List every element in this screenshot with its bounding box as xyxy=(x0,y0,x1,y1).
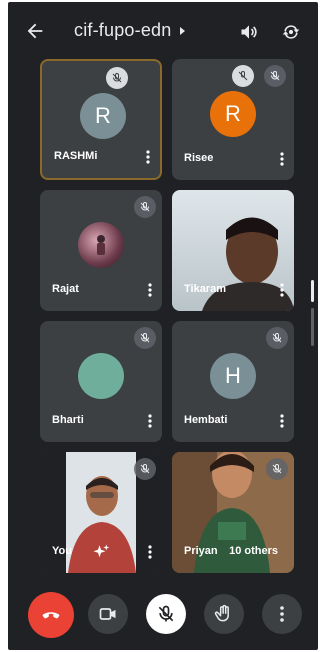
more-vert-icon[interactable] xyxy=(280,283,284,297)
meeting-screen: cif-fupo-edn R RASHMi R Risee Rajat Tika… xyxy=(8,2,318,650)
meeting-title-button[interactable]: cif-fupo-edn xyxy=(74,20,187,41)
participant-name: Risee xyxy=(184,152,214,164)
participant-tile[interactable]: Tikaram xyxy=(172,190,294,311)
avatar-photo xyxy=(78,222,124,268)
participant-name: RASHMi xyxy=(54,150,98,162)
participant-tile[interactable]: R RASHMi xyxy=(40,59,162,180)
mic-off-icon xyxy=(264,65,286,87)
avatar: R xyxy=(210,91,256,137)
participant-tile[interactable]: Priyan 10 others xyxy=(172,452,294,573)
mic-off-icon xyxy=(266,458,288,480)
mic-off-icon xyxy=(106,67,128,89)
participant-name: Bharti xyxy=(52,414,84,426)
mic-off-icon xyxy=(158,605,174,622)
mic-off-icon xyxy=(134,196,156,218)
participant-tile[interactable]: Bharti xyxy=(40,321,162,442)
camera-button[interactable] xyxy=(88,594,128,634)
caret-right-icon xyxy=(180,26,186,35)
participant-name: Hembati xyxy=(184,414,228,426)
switch-camera-icon[interactable] xyxy=(280,22,302,42)
more-vert-icon[interactable] xyxy=(280,152,284,166)
participant-name: Tikaram xyxy=(184,283,226,295)
mic-off-icon xyxy=(134,327,156,349)
pin-off-icon xyxy=(232,65,254,87)
mic-off-icon xyxy=(134,458,156,480)
avatar-photo xyxy=(78,353,124,399)
participant-tile[interactable]: H Hembati xyxy=(172,321,294,442)
self-view-tile[interactable]: You xyxy=(40,452,162,573)
participant-name: Priyan xyxy=(184,545,218,557)
more-vert-icon[interactable] xyxy=(146,150,150,164)
scrollbar-track xyxy=(311,308,314,346)
participant-tile[interactable]: Rajat xyxy=(40,190,162,311)
end-call-button[interactable] xyxy=(28,592,74,638)
scrollbar-thumb[interactable] xyxy=(311,280,314,302)
back-arrow-icon[interactable] xyxy=(24,20,46,42)
end-call-icon xyxy=(42,612,60,619)
avatar: H xyxy=(210,353,256,399)
speaker-icon[interactable] xyxy=(238,22,260,42)
raise-hand-icon xyxy=(214,604,229,622)
more-vert-icon[interactable] xyxy=(280,414,284,428)
effects-sparkle-icon[interactable] xyxy=(92,543,110,561)
more-options-icon xyxy=(280,606,284,622)
mic-button[interactable] xyxy=(146,594,186,634)
avatar: R xyxy=(80,93,126,139)
more-vert-icon[interactable] xyxy=(148,414,152,428)
participant-name: Rajat xyxy=(52,283,79,295)
camera-icon xyxy=(99,608,116,620)
mic-off-icon xyxy=(266,327,288,349)
raise-hand-button[interactable] xyxy=(204,594,244,634)
meeting-header: cif-fupo-edn xyxy=(8,2,318,58)
participant-tile[interactable]: R Risee xyxy=(172,59,294,180)
others-count[interactable]: 10 others xyxy=(229,545,278,557)
more-options-button[interactable] xyxy=(262,594,302,634)
participant-name: You xyxy=(52,545,72,557)
more-vert-icon[interactable] xyxy=(148,545,152,559)
more-vert-icon[interactable] xyxy=(148,283,152,297)
meeting-code: cif-fupo-edn xyxy=(74,20,172,40)
